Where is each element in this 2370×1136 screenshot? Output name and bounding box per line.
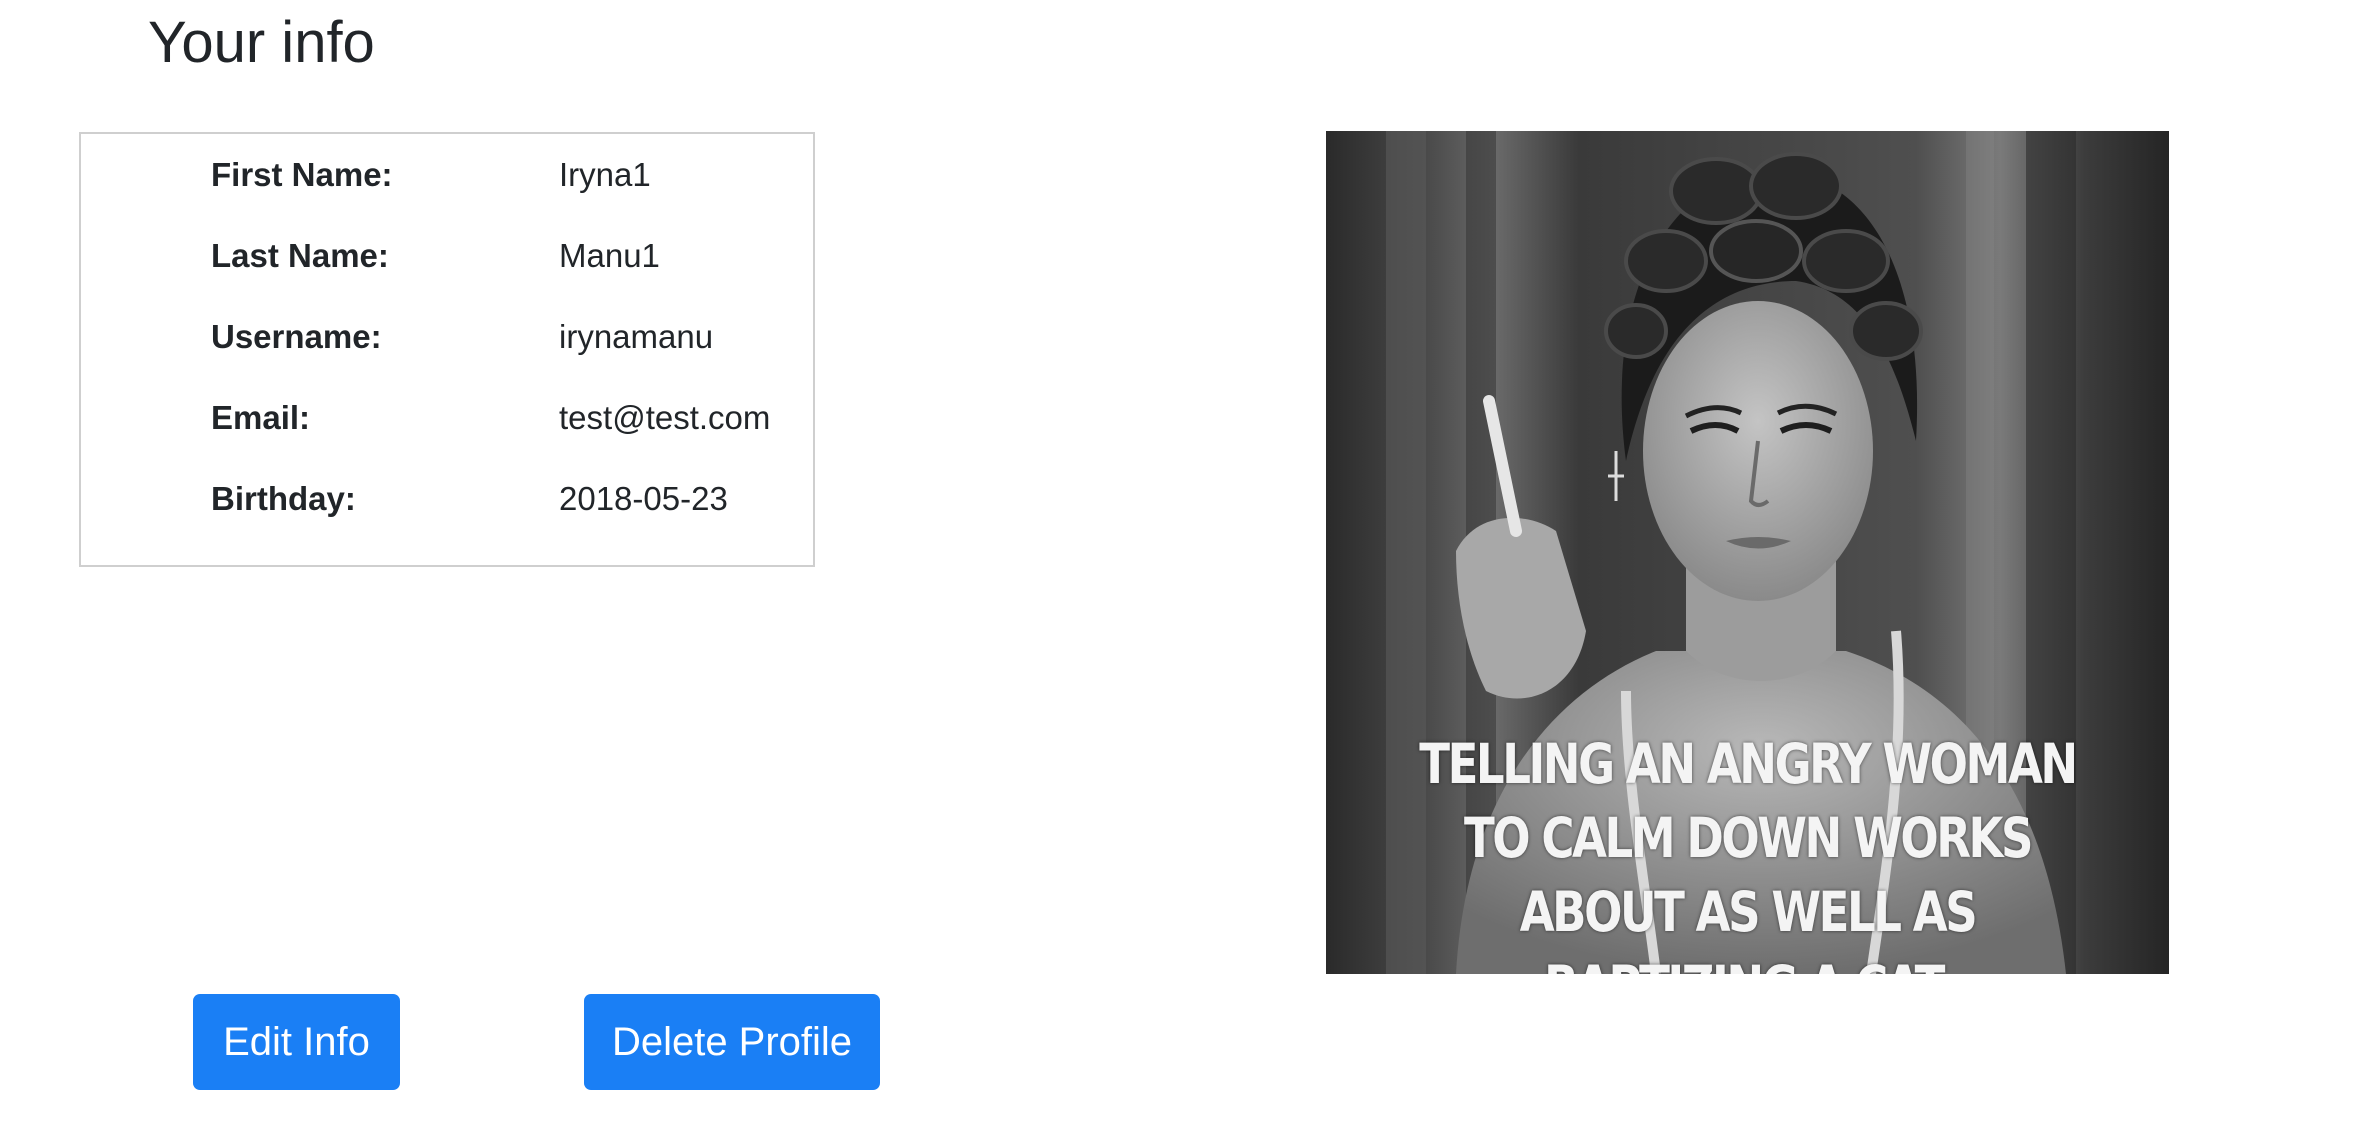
info-row-first-name: First Name: Iryna1 xyxy=(81,145,813,205)
info-row-email: Email: test@test.com xyxy=(81,388,813,448)
birthday-label: Birthday: xyxy=(211,480,356,517)
profile-image: TELLING AN ANGRY WOMAN TO CALM DOWN WORK… xyxy=(1326,131,2169,974)
first-name-value: Iryna1 xyxy=(559,156,651,193)
info-row-birthday: Birthday: 2018-05-23 xyxy=(81,469,813,529)
edit-info-button[interactable]: Edit Info xyxy=(193,994,400,1090)
username-label: Username: xyxy=(211,318,382,355)
info-row-username: Username: irynamanu xyxy=(81,307,813,367)
meme-caption: TELLING AN ANGRY WOMAN TO CALM DOWN WORK… xyxy=(1419,732,2078,974)
delete-profile-button[interactable]: Delete Profile xyxy=(584,994,880,1090)
first-name-label: First Name: xyxy=(211,156,393,193)
profile-info-card: First Name: Iryna1 Last Name: Manu1 User… xyxy=(79,132,815,567)
page-title: Your info xyxy=(148,10,375,75)
email-label: Email: xyxy=(211,399,311,436)
last-name-value: Manu1 xyxy=(559,237,660,274)
email-value: test@test.com xyxy=(559,399,771,436)
birthday-value: 2018-05-23 xyxy=(559,480,728,517)
info-row-last-name: Last Name: Manu1 xyxy=(81,226,813,286)
last-name-label: Last Name: xyxy=(211,237,389,274)
username-value: irynamanu xyxy=(559,318,714,355)
